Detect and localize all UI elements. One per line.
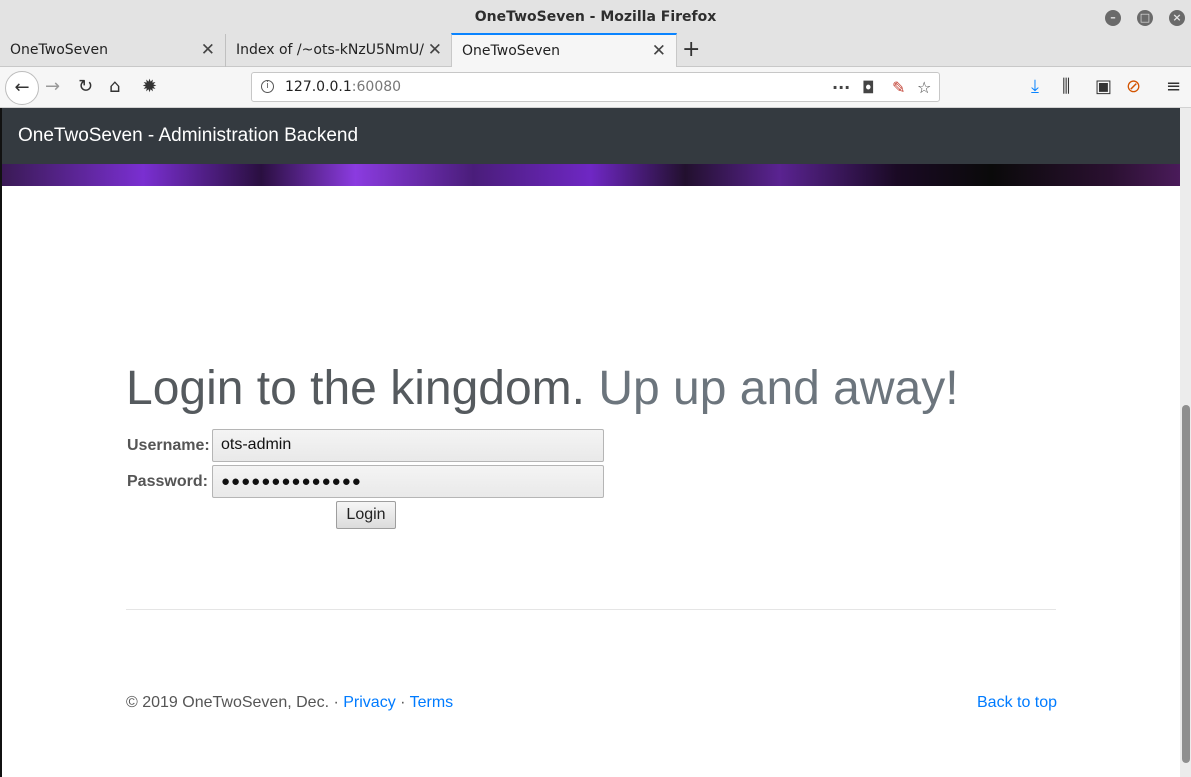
headline-main: Login to the kingdom. [126, 362, 585, 415]
url-bar[interactable]: i 127.0.0.1:60080 ··· ◘ ✎ ☆ [251, 72, 940, 102]
tab-label: Index of /~ots-kNzU5NmU/r [236, 42, 424, 58]
tab-close-icon[interactable]: ✕ [428, 40, 442, 60]
close-icon[interactable]: × [1169, 10, 1185, 26]
headline-muted: Up up and away! [598, 362, 959, 415]
sidebar-icon[interactable]: ▣ [1095, 76, 1112, 97]
tab-close-icon[interactable]: ✕ [201, 40, 215, 60]
minimize-icon[interactable]: – [1105, 10, 1121, 26]
site-header: OneTwoSeven - Administration Backend [2, 108, 1180, 164]
tab-label: OneTwoSeven [10, 42, 109, 58]
nav-toolbar: ← → ↻ ⌂ ✹ i 127.0.0.1:60080 ··· ◘ ✎ ☆ ⤓ … [0, 67, 1191, 108]
username-input[interactable]: ots-admin [212, 429, 604, 462]
tab-onetwoseven-1[interactable]: OneTwoSeven ✕ [0, 34, 226, 67]
footer-divider [126, 609, 1056, 610]
username-label: Username: [127, 437, 210, 454]
copyright-text: © 2019 OneTwoSeven, Dec. · [126, 694, 344, 711]
tab-onetwoseven-active[interactable]: OneTwoSeven ✕ [451, 33, 677, 67]
info-icon[interactable]: i [261, 80, 274, 93]
download-icon[interactable]: ⤓ [1031, 76, 1039, 97]
back-to-top-link[interactable]: Back to top [977, 694, 1057, 712]
password-input[interactable]: ●●●●●●●●●●●●●● [212, 465, 604, 498]
home-icon[interactable]: ⌂ [109, 76, 120, 97]
window-title: OneTwoSeven - Mozilla Firefox [474, 9, 717, 25]
reload-icon[interactable]: ↻ [78, 76, 93, 97]
privacy-link[interactable]: Privacy [343, 694, 395, 711]
url-text[interactable]: 127.0.0.1:60080 [285, 79, 401, 95]
maximize-icon[interactable]: □ [1137, 10, 1153, 26]
footer-text: © 2019 OneTwoSeven, Dec. · Privacy · Ter… [126, 694, 453, 712]
url-host: 127.0.0.1 [285, 79, 352, 95]
page-headline: Login to the kingdom. Up up and away! [126, 361, 959, 416]
header-banner-image [2, 164, 1180, 186]
tab-close-icon[interactable]: ✕ [652, 41, 666, 61]
password-label: Password: [127, 473, 208, 490]
new-tab-icon[interactable]: + [682, 37, 700, 62]
terms-link[interactable]: Terms [410, 694, 454, 711]
tab-label: OneTwoSeven [462, 43, 561, 59]
back-arrow-icon[interactable]: ← [5, 71, 39, 105]
star-icon[interactable]: ☆ [917, 78, 931, 97]
hamburger-menu-icon[interactable]: ≡ [1166, 76, 1181, 97]
footer-separator: · [395, 694, 410, 711]
url-port: :60080 [351, 79, 402, 95]
web-page: OneTwoSeven - Administration Backend Log… [2, 108, 1180, 777]
pocket-icon[interactable]: ◘ [862, 78, 875, 97]
tab-index-of[interactable]: Index of /~ots-kNzU5NmU/r ✕ [226, 34, 452, 67]
library-icon[interactable]: ⫼ [1062, 76, 1070, 97]
login-button[interactable]: Login [336, 501, 396, 529]
more-dots-icon[interactable]: ··· [832, 78, 850, 97]
scrollbar-thumb[interactable] [1182, 405, 1190, 763]
extension-icon[interactable]: ⊘ [1126, 76, 1141, 97]
site-brand[interactable]: OneTwoSeven - Administration Backend [18, 125, 358, 147]
forward-arrow-icon[interactable]: → [45, 76, 60, 97]
page-scrollbar[interactable] [1180, 108, 1191, 777]
tab-strip: OneTwoSeven ✕ Index of /~ots-kNzU5NmU/r … [0, 33, 1191, 67]
gear-icon[interactable]: ✹ [142, 76, 157, 97]
window-titlebar: OneTwoSeven - Mozilla Firefox – □ × [0, 0, 1191, 34]
pen-icon[interactable]: ✎ [892, 78, 905, 97]
